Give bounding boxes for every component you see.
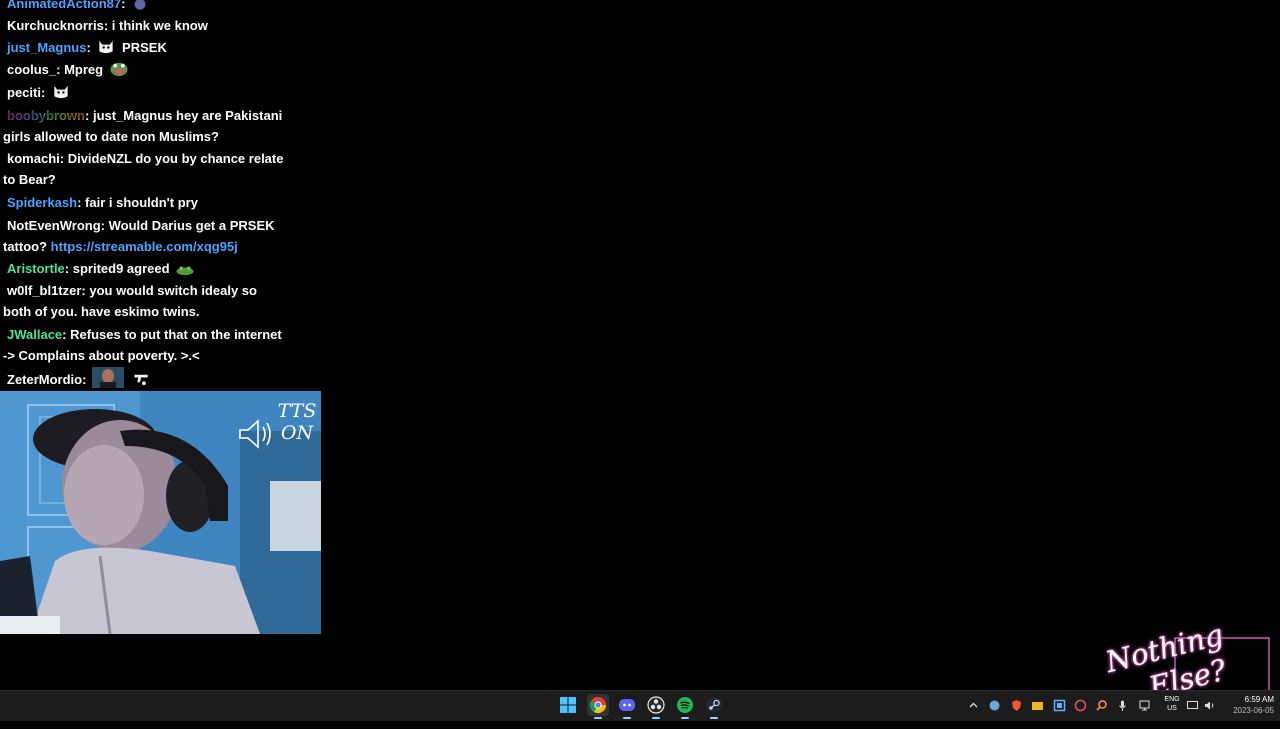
- chat-message: Aristortle: sprited9 agreed: [3, 258, 287, 279]
- chat-message: Kurchucknorris: i think we know: [3, 15, 287, 36]
- chat-username: peciti: [7, 85, 41, 100]
- search-icon: [1096, 700, 1107, 711]
- chat-text: Mpreg: [64, 62, 104, 77]
- speaker-tray-icon: [1205, 701, 1214, 710]
- pepe-emote: [109, 59, 129, 78]
- chat-text: i think we know: [111, 18, 208, 33]
- chat-text: PRSEK: [122, 40, 167, 55]
- tray-wifi[interactable]: [1186, 699, 1199, 712]
- portrait-emote: [92, 367, 125, 388]
- chat-overlay: AnimatedAction87: Kurchucknorris: i thin…: [0, 0, 290, 392]
- taskbar-spotify[interactable]: [674, 694, 696, 719]
- tray-mic[interactable]: [1116, 699, 1129, 712]
- network-icon: [1139, 700, 1150, 711]
- tray-volume[interactable]: [1203, 699, 1216, 712]
- tray-app[interactable]: [1074, 699, 1087, 712]
- chat-text: sprited9 agreed: [72, 261, 170, 276]
- chat-message: just_Magnus: PRSEK: [3, 37, 287, 58]
- chat-username: NotEvenWrong: [7, 218, 101, 233]
- taskbar: [0, 690, 1280, 721]
- chat-username: Aristortle: [7, 261, 65, 276]
- chat-username: Spiderkash: [7, 195, 78, 210]
- chat-message: AnimatedAction87:: [3, 0, 287, 14]
- obs-icon: [647, 696, 665, 714]
- chrome-icon: [589, 697, 607, 714]
- chat-message: JWallace: Refuses to put that on the int…: [3, 327, 282, 363]
- chevron-up-icon: [969, 702, 978, 708]
- chat-message: NotEvenWrong: Would Darius get a PRSEK t…: [3, 218, 275, 254]
- tray-app[interactable]: [1095, 699, 1108, 712]
- taskbar-discord[interactable]: [616, 694, 638, 719]
- chat-text: fair i shouldn't pry: [85, 195, 198, 210]
- refresh-icon: [1074, 699, 1087, 712]
- white-cat-emote: [96, 37, 116, 56]
- folder-icon: [1032, 702, 1043, 710]
- chat-message: coolus_: Mpreg: [3, 59, 287, 80]
- chat-username: ZeterMordio: [7, 372, 83, 387]
- cat-emote: [131, 0, 149, 12]
- gun-emote: [132, 369, 152, 388]
- chat-username: AnimatedAction87: [7, 0, 122, 11]
- chat-username: coolus_: [7, 62, 57, 77]
- taskbar-steam[interactable]: [703, 694, 725, 719]
- shield-icon: [1012, 700, 1021, 711]
- microphone-icon: [1119, 700, 1126, 711]
- chat-message: komachi: DivideNZL do you by chance rela…: [3, 151, 284, 187]
- steam-tray-icon: [989, 700, 1000, 711]
- tts-line-2: ON: [280, 422, 314, 444]
- chat-message: ZeterMordio:: [3, 367, 287, 390]
- language-label: ENG: [1164, 696, 1180, 703]
- tray-steam[interactable]: [988, 699, 1001, 712]
- system-clock[interactable]: 6:59 AM 2023-06-05: [1222, 694, 1274, 716]
- monitor-icon: [1187, 701, 1198, 709]
- start-button[interactable]: [557, 694, 579, 716]
- chat-message: w0lf_bl1tzer: you would switch idealy so…: [3, 283, 257, 319]
- white-cat-emote: [51, 82, 71, 101]
- chat-username: w0lf_bl1tzer: [7, 283, 82, 298]
- tray-app[interactable]: [1053, 699, 1066, 712]
- region-label: US: [1167, 705, 1177, 712]
- taskbar-obs[interactable]: [645, 694, 667, 719]
- chat-username: komachi: [7, 151, 60, 166]
- tray-overflow-chevron[interactable]: [967, 699, 980, 712]
- chat-link[interactable]: https://streamable.com/xqg95j: [51, 239, 238, 254]
- clock-time: 6:59 AM: [1244, 695, 1274, 704]
- chat-username: JWallace: [7, 327, 63, 342]
- tray-network[interactable]: [1138, 699, 1151, 712]
- tts-line-1: TTS: [277, 400, 317, 422]
- chat-message: Spiderkash: fair i shouldn't pry: [3, 192, 287, 213]
- discord-icon: [619, 699, 635, 711]
- chat-username: boobybrown: [3, 108, 85, 123]
- steam-icon: [706, 697, 722, 713]
- tray-app[interactable]: [1031, 699, 1044, 712]
- frog-emote: [175, 258, 195, 277]
- chat-message: peciti:: [3, 82, 287, 103]
- window-icon: [1053, 699, 1066, 712]
- spotify-icon: [677, 697, 693, 713]
- chat-username: Kurchucknorris: [7, 18, 104, 33]
- tts-label: TTS ON: [272, 400, 322, 444]
- language-indicator[interactable]: ENG US: [1162, 695, 1182, 713]
- chat-username: just_Magnus: [7, 40, 87, 55]
- chat-message: boobybrown: just_Magnus hey are Pakistan…: [3, 108, 283, 144]
- tray-brave[interactable]: [1010, 699, 1023, 712]
- taskbar-chrome[interactable]: [587, 694, 609, 719]
- windows-icon: [560, 697, 576, 713]
- clock-date: 2023-06-05: [1233, 706, 1274, 715]
